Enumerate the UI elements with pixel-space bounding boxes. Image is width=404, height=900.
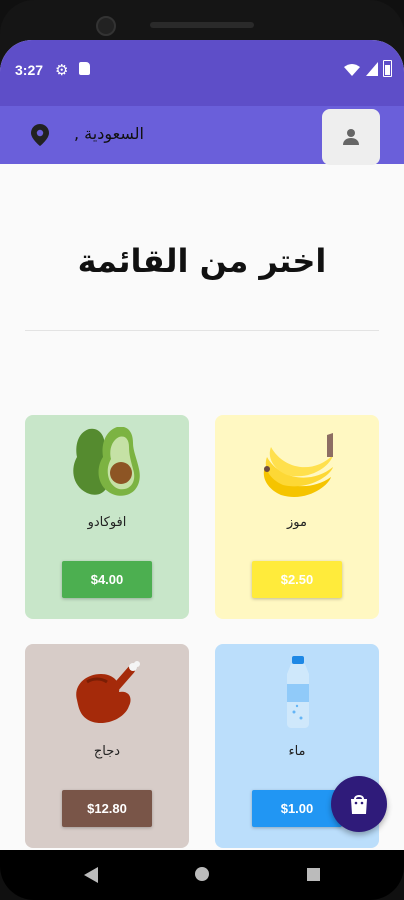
signal-icon [366, 62, 378, 76]
back-icon[interactable] [84, 867, 98, 883]
product-card-avocado[interactable]: افوكادو $4.00 [25, 415, 189, 619]
product-name: افوكادو [87, 515, 127, 530]
sd-card-icon [79, 62, 90, 75]
price-button[interactable]: $1.00 [252, 790, 342, 827]
earpiece [150, 22, 254, 28]
avocado-icon [73, 427, 140, 496]
title-divider [25, 330, 379, 331]
location-label[interactable]: السعودية , [74, 124, 144, 143]
roast-chicken-icon [76, 661, 140, 724]
product-card-banana[interactable]: موز $2.50 [215, 415, 379, 619]
location-pin-icon[interactable] [31, 124, 49, 146]
price-button[interactable]: $4.00 [62, 561, 152, 598]
settings-gear-icon: ⚙ [55, 61, 69, 79]
shopping-bag-icon [351, 795, 367, 814]
system-nav-bar [0, 850, 404, 900]
wifi-icon [344, 64, 360, 76]
product-name: دجاج [93, 744, 121, 759]
price-button[interactable]: $12.80 [62, 790, 152, 827]
front-camera [96, 16, 116, 36]
recents-icon[interactable] [307, 868, 320, 881]
app-bar: السعودية , [0, 106, 404, 165]
profile-button[interactable] [322, 109, 380, 165]
product-name: موز [287, 515, 307, 530]
person-icon [343, 129, 359, 145]
phone-frame: 3:27 ⚙ السعودية , اختر من القائمة موز $2… [0, 0, 404, 900]
price-button[interactable]: $2.50 [252, 561, 342, 598]
battery-icon [383, 60, 392, 77]
product-card-chicken[interactable]: دجاج $12.80 [25, 644, 189, 848]
app-screen: 3:27 ⚙ السعودية , اختر من القائمة موز $2… [0, 40, 404, 850]
banana-icon [263, 433, 333, 498]
page-title: اختر من القائمة [77, 242, 327, 280]
home-icon[interactable] [195, 867, 209, 881]
status-bar: 3:27 ⚙ [0, 40, 404, 106]
cart-fab-button[interactable] [331, 776, 387, 832]
product-name: ماء [288, 744, 306, 759]
water-bottle-icon [287, 656, 309, 728]
status-time: 3:27 [15, 62, 44, 78]
